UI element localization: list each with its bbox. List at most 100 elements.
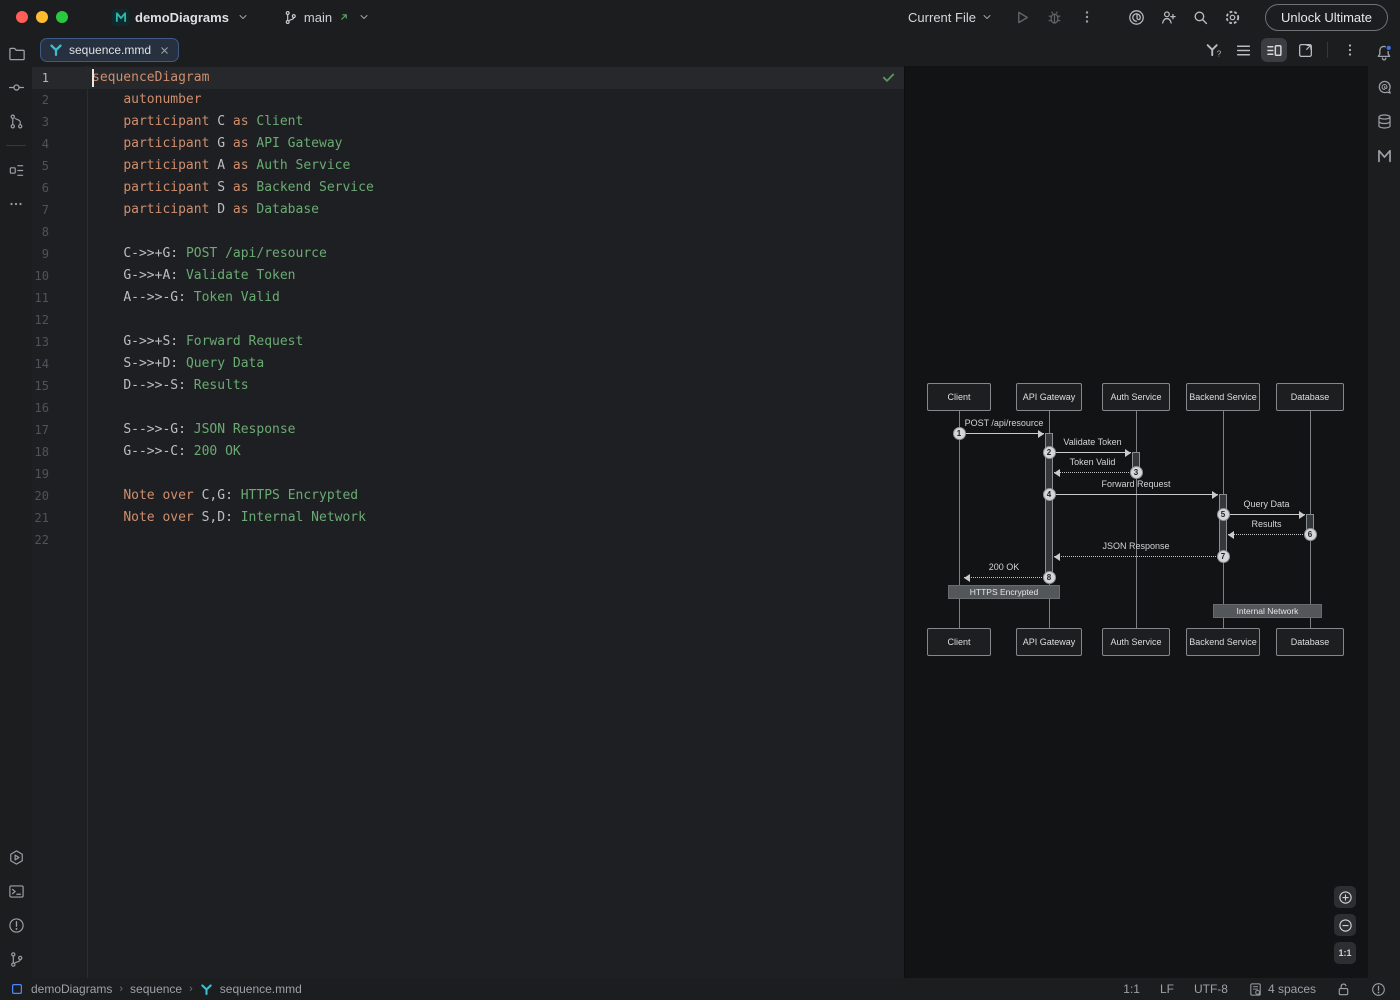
show-editor-only-button[interactable]: [1231, 38, 1255, 62]
line-text: sequenceDiagram: [49, 67, 209, 89]
code-line[interactable]: 20 Note over C,G: HTTPS Encrypted: [32, 485, 904, 507]
line-number: 10: [32, 265, 49, 287]
unlock-ultimate-button[interactable]: Unlock Ultimate: [1265, 4, 1388, 31]
more-toolwindows-button[interactable]: [3, 191, 29, 217]
settings-button[interactable]: [1219, 3, 1247, 31]
code-line[interactable]: 21 Note over S,D: Internal Network: [32, 507, 904, 529]
terminal-toolwindow-button[interactable]: [3, 878, 29, 904]
message-label: JSON Response: [1102, 541, 1169, 551]
branch-widget[interactable]: main: [275, 7, 378, 28]
line-number: 6: [32, 177, 49, 199]
breadcrumb-file[interactable]: sequence.mmd: [220, 982, 302, 996]
problems-toolwindow-button[interactable]: [3, 912, 29, 938]
line-text: A-->>-G: Token Valid: [49, 287, 280, 309]
line-text: S-->>-G: JSON Response: [49, 419, 296, 441]
minimize-window-button[interactable]: [36, 11, 48, 23]
breadcrumb-project[interactable]: demoDiagrams: [31, 982, 112, 996]
debug-button[interactable]: [1041, 3, 1069, 31]
tab-sequence-mmd[interactable]: sequence.mmd: [40, 38, 179, 62]
mermaid-toolwindow-button[interactable]: [1371, 142, 1397, 168]
cursor-position-widget[interactable]: 1:1: [1113, 982, 1150, 996]
code-line[interactable]: 9 C->>+G: POST /api/resource: [32, 243, 904, 265]
notifications-button[interactable]: [1371, 40, 1397, 66]
code-editor[interactable]: 1sequenceDiagram2 autonumber3 participan…: [32, 66, 904, 978]
code-line[interactable]: 14 S->>+D: Query Data: [32, 353, 904, 375]
code-line[interactable]: 11 A-->>-G: Token Valid: [32, 287, 904, 309]
autonumber-badge: 3: [1130, 466, 1143, 479]
arrowhead-icon: [1212, 491, 1218, 499]
show-editor-and-preview-button[interactable]: [1261, 38, 1287, 62]
editor-options-button[interactable]: [1338, 38, 1362, 62]
search-everywhere-button[interactable]: [1187, 3, 1215, 31]
ai-assistant-button[interactable]: [1123, 3, 1151, 31]
code-with-me-button[interactable]: [1155, 3, 1183, 31]
encoding-widget[interactable]: UTF-8: [1184, 982, 1238, 996]
indent-widget[interactable]: 4 spaces: [1238, 982, 1326, 997]
code-line[interactable]: 19: [32, 463, 904, 485]
code-line[interactable]: 10 G->>+A: Validate Token: [32, 265, 904, 287]
code-token: S-->>-G:: [123, 422, 193, 437]
line-text: participant D as Database: [49, 199, 319, 221]
run-configuration-selector[interactable]: Current File: [900, 6, 1001, 29]
code-line[interactable]: 22: [32, 529, 904, 551]
sequence-diagram-canvas[interactable]: ClientClientAPI GatewayAPI GatewayAuth S…: [905, 66, 1368, 978]
code-line[interactable]: 7 participant D as Database: [32, 199, 904, 221]
more-run-actions-button[interactable]: [1073, 3, 1101, 31]
code-line[interactable]: 3 participant C as Client: [32, 111, 904, 133]
mermaid-file-icon: [200, 983, 213, 996]
tab-label: sequence.mmd: [69, 43, 151, 57]
code-line[interactable]: 13 G->>+S: Forward Request: [32, 331, 904, 353]
editor-row: 1sequenceDiagram2 autonumber3 participan…: [32, 66, 1368, 978]
code-line[interactable]: 17 S-->>-G: JSON Response: [32, 419, 904, 441]
database-toolwindow-button[interactable]: [1371, 108, 1397, 134]
services-toolwindow-button[interactable]: [3, 844, 29, 870]
code-line[interactable]: 6 participant S as Backend Service: [32, 177, 904, 199]
code-line[interactable]: 2 autonumber: [32, 89, 904, 111]
show-preview-only-button[interactable]: [1293, 38, 1317, 62]
code-line[interactable]: 4 participant G as API Gateway: [32, 133, 904, 155]
code-token: C->>+G:: [123, 246, 186, 261]
code-token: 200 OK: [194, 444, 241, 459]
mermaid-settings-button[interactable]: ?: [1201, 38, 1225, 62]
line-text: participant S as Backend Service: [49, 177, 374, 199]
message-arrow: [1054, 494, 1218, 495]
line-text: D-->>-S: Results: [49, 375, 249, 397]
zoom-out-button[interactable]: [1334, 914, 1356, 936]
project-toolwindow-button[interactable]: [3, 40, 29, 66]
code-token: participant: [123, 136, 217, 151]
code-line[interactable]: 12: [32, 309, 904, 331]
zoom-reset-button[interactable]: 1:1: [1334, 942, 1356, 964]
lock-widget[interactable]: [1326, 982, 1361, 997]
tab-close-button[interactable]: [159, 45, 170, 56]
ai-assistant-toolwindow-button[interactable]: [1371, 74, 1397, 100]
structure-toolwindow-button[interactable]: [3, 157, 29, 183]
code-line[interactable]: 15 D-->>-S: Results: [32, 375, 904, 397]
window-controls: [16, 11, 68, 23]
code-line[interactable]: 1sequenceDiagram: [32, 67, 904, 89]
code-token: POST /api/resource: [186, 246, 327, 261]
database-icon: [1376, 113, 1393, 130]
run-button[interactable]: [1009, 3, 1037, 31]
project-widget[interactable]: demoDiagrams: [104, 6, 257, 29]
code-line[interactable]: 16: [32, 397, 904, 419]
code-token: [92, 92, 123, 107]
terminal-icon: [8, 883, 25, 900]
inspections-widget[interactable]: [1361, 982, 1386, 997]
vcs-graph-toolwindow-button[interactable]: [3, 108, 29, 134]
code-line[interactable]: 18 G-->>-C: 200 OK: [32, 441, 904, 463]
line-ending-widget[interactable]: LF: [1150, 982, 1184, 996]
mermaid-preview-panel[interactable]: ClientClientAPI GatewayAPI GatewayAuth S…: [904, 66, 1368, 978]
code-line[interactable]: 8: [32, 221, 904, 243]
breadcrumb-folder[interactable]: sequence: [130, 982, 182, 996]
zoom-window-button[interactable]: [56, 11, 68, 23]
version-control-toolwindow-button[interactable]: [3, 946, 29, 972]
breadcrumb[interactable]: demoDiagrams › sequence › sequence.mmd: [10, 982, 302, 996]
zoom-in-button[interactable]: [1334, 886, 1356, 908]
error-circle-icon: [1371, 982, 1386, 997]
titlebar-actions: Current File: [900, 3, 1388, 31]
line-text: Note over C,G: HTTPS Encrypted: [49, 485, 358, 507]
commit-toolwindow-button[interactable]: [3, 74, 29, 100]
close-window-button[interactable]: [16, 11, 28, 23]
code-token: [92, 422, 123, 437]
code-line[interactable]: 5 participant A as Auth Service: [32, 155, 904, 177]
